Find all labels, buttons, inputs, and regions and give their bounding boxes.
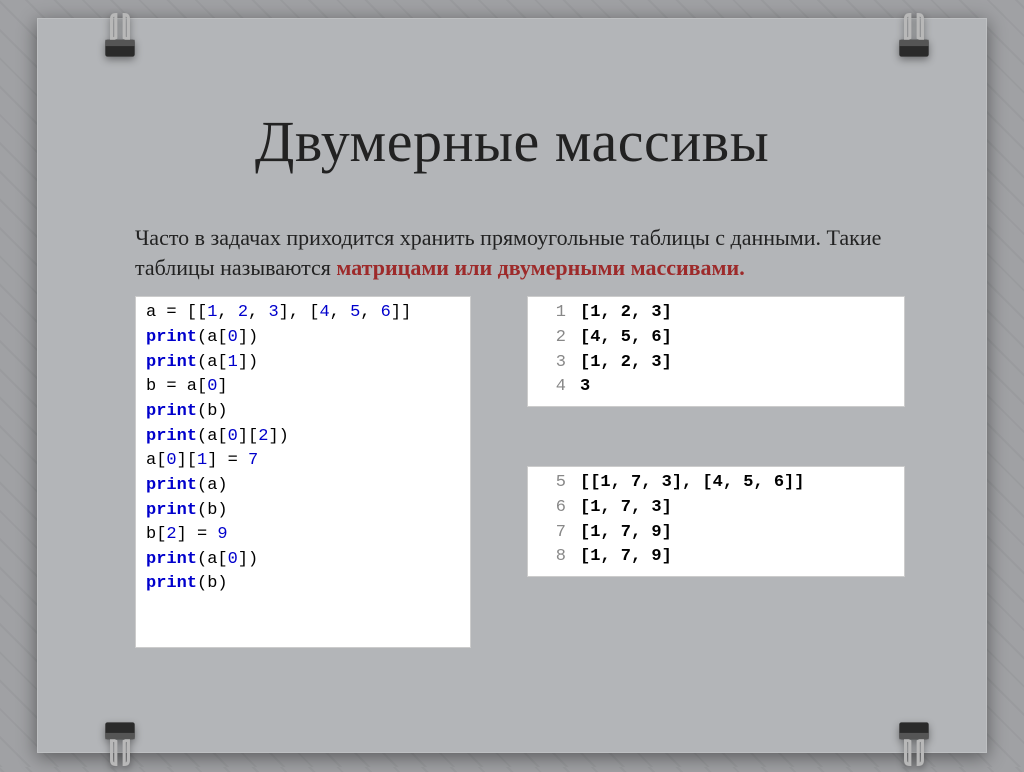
code-line: print(a) <box>146 474 460 499</box>
output-line: 1[1, 2, 3] <box>538 301 894 326</box>
code-input-panel: a = [[1, 2, 3], [4, 5, 6]]print(a[0])pri… <box>135 296 471 648</box>
code-line: print(a[0]) <box>146 326 460 351</box>
output-panel-2: 5[[1, 7, 3], [4, 5, 6]]6[1, 7, 3]7[1, 7,… <box>527 466 905 577</box>
code-line: print(b) <box>146 572 460 597</box>
output-line: 8[1, 7, 9] <box>538 545 894 570</box>
output-line: 5[[1, 7, 3], [4, 5, 6]] <box>538 471 894 496</box>
output-panel-1: 1[1, 2, 3]2[4, 5, 6]3[1, 2, 3]43 <box>527 296 905 407</box>
code-line: a[0][1] = 7 <box>146 449 460 474</box>
binder-clip-icon <box>99 703 141 767</box>
paragraph-highlight: матрицами или двумерными массивами. <box>336 255 744 280</box>
output-line: 2[4, 5, 6] <box>538 326 894 351</box>
slide-paragraph: Часто в задачах приходится хранить прямо… <box>135 223 889 282</box>
code-line: print(b) <box>146 499 460 524</box>
binder-clip-icon <box>99 12 141 76</box>
slide: Двумерные массивы Часто в задачах приход… <box>37 18 987 753</box>
code-line: print(a[0]) <box>146 548 460 573</box>
code-line: b[2] = 9 <box>146 523 460 548</box>
code-line: a = [[1, 2, 3], [4, 5, 6]] <box>146 301 460 326</box>
output-line: 3[1, 2, 3] <box>538 351 894 376</box>
code-line: print(b) <box>146 400 460 425</box>
code-area: a = [[1, 2, 3], [4, 5, 6]]print(a[0])pri… <box>135 296 889 676</box>
slide-title: Двумерные массивы <box>37 18 987 175</box>
code-line: print(a[0][2]) <box>146 425 460 450</box>
code-line: print(a[1]) <box>146 351 460 376</box>
output-line: 43 <box>538 375 894 400</box>
output-line: 6[1, 7, 3] <box>538 496 894 521</box>
code-line: b = a[0] <box>146 375 460 400</box>
binder-clip-icon <box>893 703 935 767</box>
binder-clip-icon <box>893 12 935 76</box>
output-line: 7[1, 7, 9] <box>538 521 894 546</box>
